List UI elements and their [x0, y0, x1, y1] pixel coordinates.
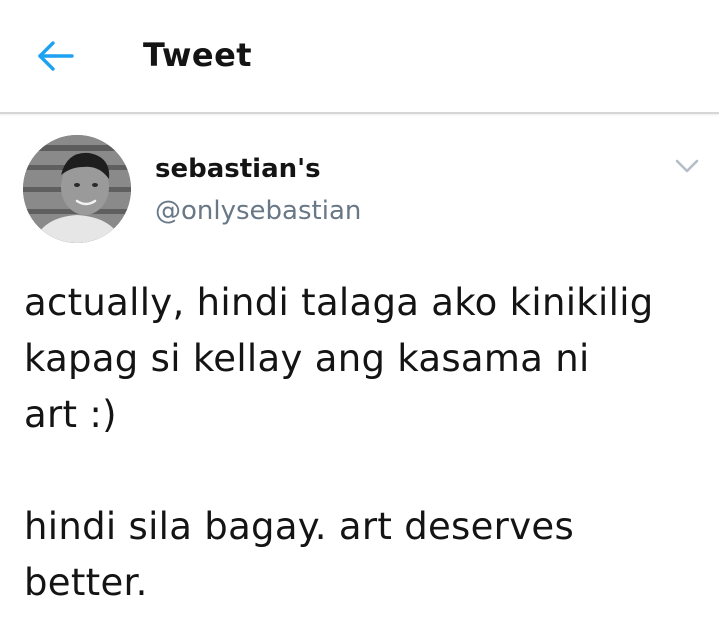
tweet-detail-screen: Tweet sebastian's @onlysebastian actuall… [0, 0, 719, 621]
author-handle[interactable]: @onlysebastian [155, 193, 361, 229]
profile-photo [23, 135, 131, 243]
page-title: Tweet [143, 36, 253, 74]
top-app-bar: Tweet [0, 0, 719, 114]
tweet-text: actually, hindi talaga ako kinikilig kap… [24, 281, 654, 604]
back-button[interactable] [34, 37, 78, 75]
chevron-down-icon [675, 159, 699, 173]
tweet-menu-button[interactable] [672, 154, 702, 178]
author-display-name[interactable]: sebastian's [155, 151, 321, 187]
back-arrow-icon [38, 41, 74, 71]
avatar[interactable] [23, 135, 131, 243]
